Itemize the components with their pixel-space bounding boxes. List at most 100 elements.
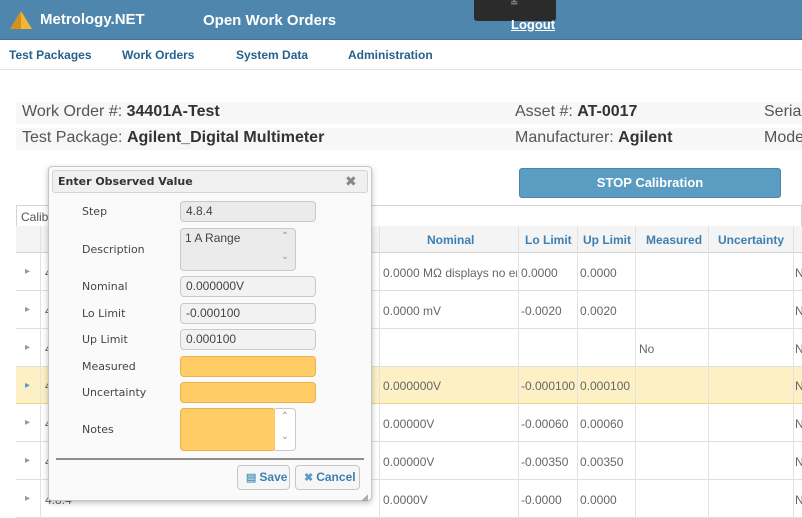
up-limit-label: Up Limit bbox=[82, 333, 128, 346]
step-label: Step bbox=[82, 205, 108, 218]
header-nominal[interactable]: Nominal bbox=[427, 233, 474, 247]
grid-divider bbox=[379, 226, 380, 518]
app-root: Metrology.NET Open Work Orders ≛ Logout … bbox=[0, 0, 802, 518]
cell-last: N bbox=[795, 304, 802, 318]
grid-divider bbox=[577, 226, 578, 518]
header-measured[interactable]: Measured bbox=[646, 233, 702, 247]
cell-last: N bbox=[795, 417, 802, 431]
manufacturer-label: Manufacturer: bbox=[515, 129, 614, 146]
manufacturer-value: Agilent bbox=[618, 129, 673, 146]
nav-work-orders[interactable]: Work Orders bbox=[122, 48, 194, 62]
description-label: Description bbox=[82, 243, 145, 256]
stop-calibration-button[interactable]: STOP Calibration bbox=[519, 168, 781, 198]
save-icon: ▤ bbox=[246, 472, 257, 484]
expand-arrow-icon[interactable]: ▸ bbox=[25, 455, 30, 466]
cell-nominal: 0.00000V bbox=[383, 455, 435, 469]
cell-nominal: 0.0000 mV bbox=[383, 304, 442, 318]
grid-divider bbox=[635, 226, 636, 518]
scroll-down-icon[interactable]: ⌄ bbox=[275, 251, 295, 271]
cell-last: N bbox=[795, 455, 802, 469]
asset-info: Asset #: AT-0017 bbox=[515, 103, 637, 121]
work-order-value: 34401A-Test bbox=[126, 103, 220, 120]
model-label: Mode bbox=[764, 129, 802, 146]
cell-lo-limit: -0.0000 bbox=[521, 493, 562, 507]
measured-input[interactable] bbox=[180, 356, 316, 377]
cell-last: N bbox=[795, 266, 802, 280]
resize-grip-icon[interactable]: ◢ bbox=[361, 492, 368, 503]
nominal-field: 0.000000V bbox=[180, 276, 316, 297]
cell-up-limit: 0.0000 bbox=[580, 266, 617, 280]
notes-label: Notes bbox=[82, 423, 114, 436]
expand-arrow-icon[interactable]: ▸ bbox=[25, 266, 30, 277]
cancel-button[interactable]: ✖ Cancel bbox=[295, 465, 360, 490]
cell-lo-limit: 0.0000 bbox=[521, 266, 558, 280]
cell-up-limit: 0.000100 bbox=[580, 379, 631, 393]
grid-divider bbox=[708, 226, 709, 518]
nav-system-data[interactable]: System Data bbox=[236, 48, 308, 62]
app-title: Metrology.NET bbox=[40, 11, 145, 28]
cell-lo-limit: -0.00350 bbox=[521, 455, 569, 469]
cell-nominal: 0.0000 MΩ displays no erro bbox=[383, 266, 517, 280]
nav-test-packages[interactable]: Test Packages bbox=[9, 48, 92, 62]
step-field: 4.8.4 bbox=[180, 201, 316, 222]
cell-lo-limit: -0.00060 bbox=[521, 417, 569, 431]
manufacturer-info: Manufacturer: Agilent bbox=[515, 129, 672, 147]
work-order-info: Work Order #: 34401A-Test bbox=[22, 103, 220, 121]
grid-divider bbox=[40, 226, 41, 518]
cell-nominal: 0.000000V bbox=[383, 379, 442, 393]
grid-divider bbox=[518, 226, 519, 518]
cell-lo-limit: -0.0020 bbox=[521, 304, 562, 318]
save-button[interactable]: ▤ Save bbox=[237, 465, 290, 490]
asset-label: Asset #: bbox=[515, 103, 573, 120]
dialog-divider bbox=[56, 458, 364, 460]
cell-last: N bbox=[795, 342, 802, 356]
expand-arrow-icon[interactable]: ▸ bbox=[25, 493, 30, 504]
notes-textarea[interactable] bbox=[180, 408, 276, 451]
close-icon[interactable]: ✖ bbox=[345, 173, 357, 190]
nav-administration[interactable]: Administration bbox=[348, 48, 433, 62]
expand-arrow-icon[interactable]: ▸ bbox=[25, 304, 30, 315]
cell-last: N bbox=[795, 379, 802, 393]
cell-nominal: 0.00000V bbox=[383, 417, 435, 431]
test-package-info: Test Package: Agilent_Digital Multimeter bbox=[22, 129, 324, 147]
up-limit-field: 0.000100 bbox=[180, 329, 316, 350]
cancel-label: Cancel bbox=[316, 470, 356, 484]
save-label: Save bbox=[259, 470, 288, 484]
header-uncertainty[interactable]: Uncertainty bbox=[718, 233, 784, 247]
measured-label: Measured bbox=[82, 360, 136, 373]
cell-up-limit: 0.00060 bbox=[580, 417, 624, 431]
uncertainty-label: Uncertainty bbox=[82, 386, 147, 399]
chevron-down-icon: ≛ bbox=[510, 0, 519, 9]
cell-up-limit: 0.0020 bbox=[580, 304, 617, 318]
test-package-value: Agilent_Digital Multimeter bbox=[126, 129, 325, 146]
header-up-limit[interactable]: Up Limit bbox=[583, 233, 631, 247]
scroll-down-icon[interactable]: ⌄ bbox=[275, 431, 295, 451]
lo-limit-label: Lo Limit bbox=[82, 307, 126, 320]
grid-divider bbox=[793, 226, 794, 518]
expand-arrow-icon[interactable]: ▸ bbox=[25, 342, 30, 353]
page-title: Open Work Orders bbox=[203, 12, 337, 29]
asset-value: AT-0017 bbox=[577, 103, 638, 120]
cell-last: N bbox=[795, 493, 802, 507]
close-icon: ✖ bbox=[304, 472, 314, 484]
expand-arrow-icon[interactable]: ▸ bbox=[25, 417, 30, 428]
cell-measured: No bbox=[639, 342, 655, 356]
cell-up-limit: 0.00350 bbox=[580, 455, 624, 469]
logout-link[interactable]: Logout bbox=[511, 17, 555, 32]
serial-label: Seria bbox=[764, 103, 802, 120]
work-order-label: Work Order #: bbox=[22, 103, 123, 120]
test-package-label: Test Package: bbox=[22, 129, 123, 146]
lo-limit-field: -0.000100 bbox=[180, 303, 316, 324]
uncertainty-input[interactable] bbox=[180, 382, 316, 403]
nominal-label: Nominal bbox=[82, 280, 128, 293]
grid-tab-calibration[interactable]: Calib bbox=[21, 210, 48, 224]
cell-up-limit: 0.0000 bbox=[580, 493, 617, 507]
cell-lo-limit: -0.000100 bbox=[521, 379, 576, 393]
cell-nominal: 0.0000V bbox=[383, 493, 428, 507]
dialog-title: Enter Observed Value bbox=[58, 175, 193, 188]
expand-arrow-icon[interactable]: ▸ bbox=[25, 380, 30, 391]
metrology-logo-icon bbox=[10, 11, 32, 29]
scroll-up-icon[interactable]: ⌃ bbox=[275, 231, 295, 251]
scroll-up-icon[interactable]: ⌃ bbox=[275, 411, 295, 431]
header-lo-limit[interactable]: Lo Limit bbox=[525, 233, 572, 247]
